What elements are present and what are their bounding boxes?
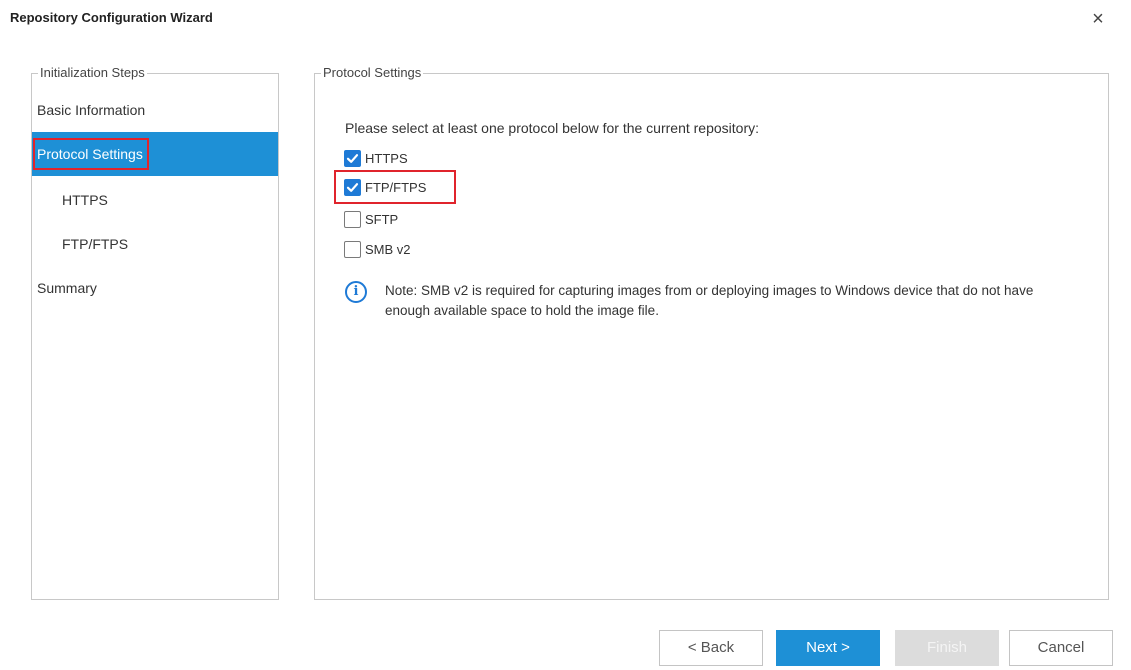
- protocol-settings-label: Protocol Settings: [321, 65, 424, 80]
- step-summary[interactable]: Summary: [32, 266, 278, 310]
- finish-button: Finish: [895, 630, 999, 666]
- ftp-highlight-box: [334, 170, 456, 204]
- back-button[interactable]: < Back: [659, 630, 763, 666]
- checkbox-label: SFTP: [365, 211, 399, 227]
- checkbox-smb-v2[interactable]: SMB v2: [344, 236, 411, 262]
- next-button[interactable]: Next >: [776, 630, 880, 666]
- initialization-steps-panel: Initialization Steps Basic Information P…: [31, 65, 279, 600]
- initialization-steps-label: Initialization Steps: [38, 65, 147, 80]
- wizard-window: Repository Configuration Wizard × Initia…: [0, 0, 1131, 670]
- step-basic-information[interactable]: Basic Information: [32, 88, 278, 132]
- checkbox-unchecked-icon: [344, 240, 361, 258]
- protocol-prompt: Please select at least one protocol belo…: [345, 120, 759, 136]
- window-title: Repository Configuration Wizard: [10, 10, 213, 25]
- close-icon[interactable]: ×: [1087, 8, 1109, 30]
- info-icon: i: [345, 281, 367, 303]
- checkbox-https[interactable]: HTTPS: [344, 145, 408, 171]
- checkbox-unchecked-icon: [344, 210, 361, 228]
- checkbox-checked-icon: [344, 149, 361, 167]
- step-https[interactable]: HTTPS: [32, 178, 278, 222]
- step-label: Basic Information: [37, 102, 146, 118]
- step-ftp-ftps[interactable]: FTP/FTPS: [32, 222, 278, 266]
- step-label: Summary: [37, 280, 97, 296]
- checkbox-label: HTTPS: [365, 150, 408, 166]
- step-label: HTTPS: [62, 192, 108, 208]
- protocol-settings-panel: Protocol Settings Please select at least…: [314, 65, 1109, 600]
- checkbox-label: SMB v2: [365, 241, 411, 257]
- checkbox-sftp[interactable]: SFTP: [344, 206, 398, 232]
- step-label: FTP/FTPS: [62, 236, 129, 252]
- smb-note: Note: SMB v2 is required for capturing i…: [385, 283, 1034, 318]
- step-label-highlighted: Protocol Settings: [33, 138, 149, 170]
- cancel-button[interactable]: Cancel: [1009, 630, 1113, 666]
- step-protocol-settings[interactable]: Protocol Settings: [32, 132, 278, 176]
